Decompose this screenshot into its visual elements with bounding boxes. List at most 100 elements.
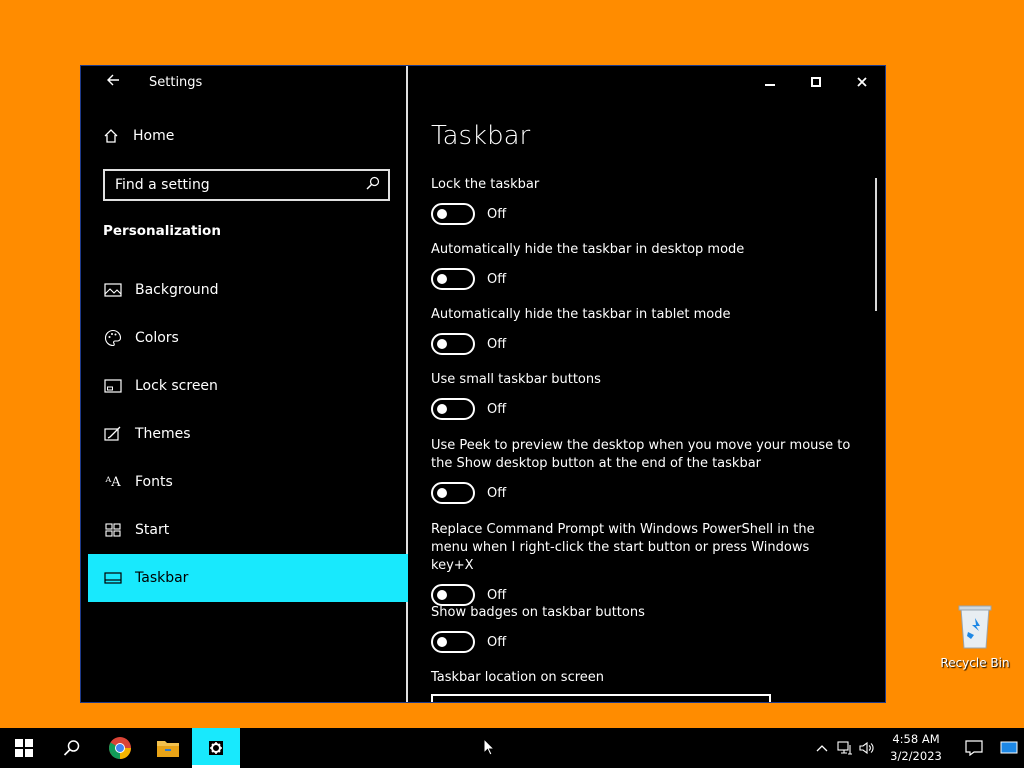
system-tray: 4:58 AM 3/2/2023 <box>810 728 1024 768</box>
home-label: Home <box>133 128 175 144</box>
settings-sidebar: Settings Home Find a setting Personaliza… <box>81 66 408 702</box>
minimize-button[interactable] <box>747 66 793 98</box>
speaker-icon <box>859 741 874 755</box>
clock-date: 3/2/2023 <box>890 749 942 763</box>
search-icon <box>366 176 380 194</box>
section-heading: Personalization <box>103 223 221 239</box>
toggle-switch[interactable] <box>431 584 475 606</box>
home-link[interactable]: Home <box>103 128 174 144</box>
recycle-bin-label: Recycle Bin <box>940 656 1010 670</box>
maximize-button[interactable] <box>793 66 839 98</box>
location-dropdown[interactable] <box>431 694 771 702</box>
file-explorer-button[interactable] <box>144 728 192 768</box>
start-icon <box>103 520 123 540</box>
taskbar-icon <box>103 568 123 588</box>
action-center-button[interactable] <box>954 728 994 768</box>
toggle-state: Off <box>487 206 507 222</box>
notification-icon <box>965 740 983 756</box>
sidebar-item-start[interactable]: Start <box>88 506 408 554</box>
sidebar-item-fonts[interactable]: ᴬA Fonts <box>88 458 408 506</box>
toggle-switch[interactable] <box>431 482 475 504</box>
maximize-icon <box>811 77 821 87</box>
setting-peek: Use Peek to preview the desktop when you… <box>431 437 851 504</box>
start-button[interactable] <box>0 728 48 768</box>
sidebar-item-background[interactable]: Background <box>88 266 408 314</box>
fonts-icon: ᴬA <box>105 474 121 490</box>
image-icon <box>103 280 123 300</box>
toggle-state: Off <box>487 485 507 501</box>
sidebar-item-taskbar[interactable]: Taskbar <box>88 554 408 602</box>
sidebar-nav: Background Colors Lock screen Themes ᴬA … <box>88 266 408 602</box>
setting-autohide-tablet: Automatically hide the taskbar in tablet… <box>431 306 851 355</box>
show-desktop-button[interactable] <box>994 728 1024 768</box>
setting-lock-taskbar: Lock the taskbar Off <box>431 176 851 225</box>
toggle-switch[interactable] <box>431 203 475 225</box>
clock[interactable]: 4:58 AM 3/2/2023 <box>878 728 954 768</box>
toggle-state: Off <box>487 634 507 650</box>
window-controls <box>747 66 885 98</box>
sidebar-item-lock-screen[interactable]: Lock screen <box>88 362 408 410</box>
recycle-bin-icon <box>958 605 992 649</box>
network-icon <box>837 741 852 755</box>
close-icon <box>857 77 867 87</box>
sidebar-item-label: Background <box>135 282 219 298</box>
gear-icon <box>209 741 223 755</box>
back-arrow-icon <box>107 74 119 86</box>
mouse-cursor-icon <box>483 737 496 760</box>
taskbar: 4:58 AM 3/2/2023 <box>0 728 1024 768</box>
setting-small-buttons: Use small taskbar buttons Off <box>431 371 851 420</box>
home-icon <box>103 128 123 144</box>
setting-powershell: Replace Command Prompt with Windows Powe… <box>431 521 851 606</box>
toggle-state: Off <box>487 336 507 352</box>
setting-autohide-desktop: Automatically hide the taskbar in deskto… <box>431 241 851 290</box>
scrollbar[interactable] <box>875 178 877 311</box>
search-placeholder: Find a setting <box>115 177 210 193</box>
toggle-switch[interactable] <box>431 268 475 290</box>
toggle-switch[interactable] <box>431 398 475 420</box>
setting-label: Use Peek to preview the desktop when you… <box>431 438 851 471</box>
folder-icon <box>157 741 179 757</box>
toggle-state: Off <box>487 587 507 603</box>
setting-label: Automatically hide the taskbar in tablet… <box>431 307 731 322</box>
sidebar-item-label: Fonts <box>135 474 173 490</box>
back-button[interactable] <box>103 72 123 91</box>
sidebar-item-themes[interactable]: Themes <box>88 410 408 458</box>
settings-taskbar-button[interactable] <box>192 728 240 768</box>
network-button[interactable] <box>834 728 856 768</box>
page-title: Taskbar <box>431 121 531 151</box>
chevron-up-icon <box>816 745 828 752</box>
close-button[interactable] <box>839 66 885 98</box>
lock-screen-icon <box>103 376 123 396</box>
setting-label: Replace Command Prompt with Windows Powe… <box>431 522 815 573</box>
themes-icon <box>103 424 123 444</box>
search-input[interactable]: Find a setting <box>103 169 390 201</box>
sidebar-item-label: Colors <box>135 330 179 346</box>
toggle-state: Off <box>487 271 507 287</box>
toggle-switch[interactable] <box>431 333 475 355</box>
windows-logo-icon <box>15 739 33 757</box>
settings-content: Taskbar Lock the taskbar Off Automatical… <box>408 66 885 702</box>
setting-label: Taskbar location on screen <box>431 670 605 685</box>
sidebar-item-label: Themes <box>135 426 191 442</box>
sidebar-item-colors[interactable]: Colors <box>88 314 408 362</box>
setting-badges: Show badges on taskbar buttons Off <box>431 604 851 653</box>
window-title: Settings <box>149 75 203 90</box>
sidebar-item-label: Lock screen <box>135 378 218 394</box>
settings-window: Settings Home Find a setting Personaliza… <box>80 65 886 703</box>
setting-label: Lock the taskbar <box>431 177 540 192</box>
clock-time: 4:58 AM <box>892 732 940 746</box>
setting-label: Automatically hide the taskbar in deskto… <box>431 242 745 257</box>
recycle-bin[interactable]: Recycle Bin <box>940 602 1010 670</box>
volume-button[interactable] <box>856 728 878 768</box>
taskbar-search-button[interactable] <box>48 728 96 768</box>
toggle-switch[interactable] <box>431 631 475 653</box>
chrome-button[interactable] <box>96 728 144 768</box>
chrome-icon <box>109 737 131 759</box>
search-icon <box>63 740 80 756</box>
show-hidden-icons-button[interactable] <box>810 728 834 768</box>
sidebar-item-label: Taskbar <box>135 570 189 586</box>
sidebar-item-label: Start <box>135 522 170 538</box>
setting-label: Show badges on taskbar buttons <box>431 605 645 620</box>
setting-location: Taskbar location on screen <box>431 669 851 687</box>
palette-icon <box>103 328 123 348</box>
